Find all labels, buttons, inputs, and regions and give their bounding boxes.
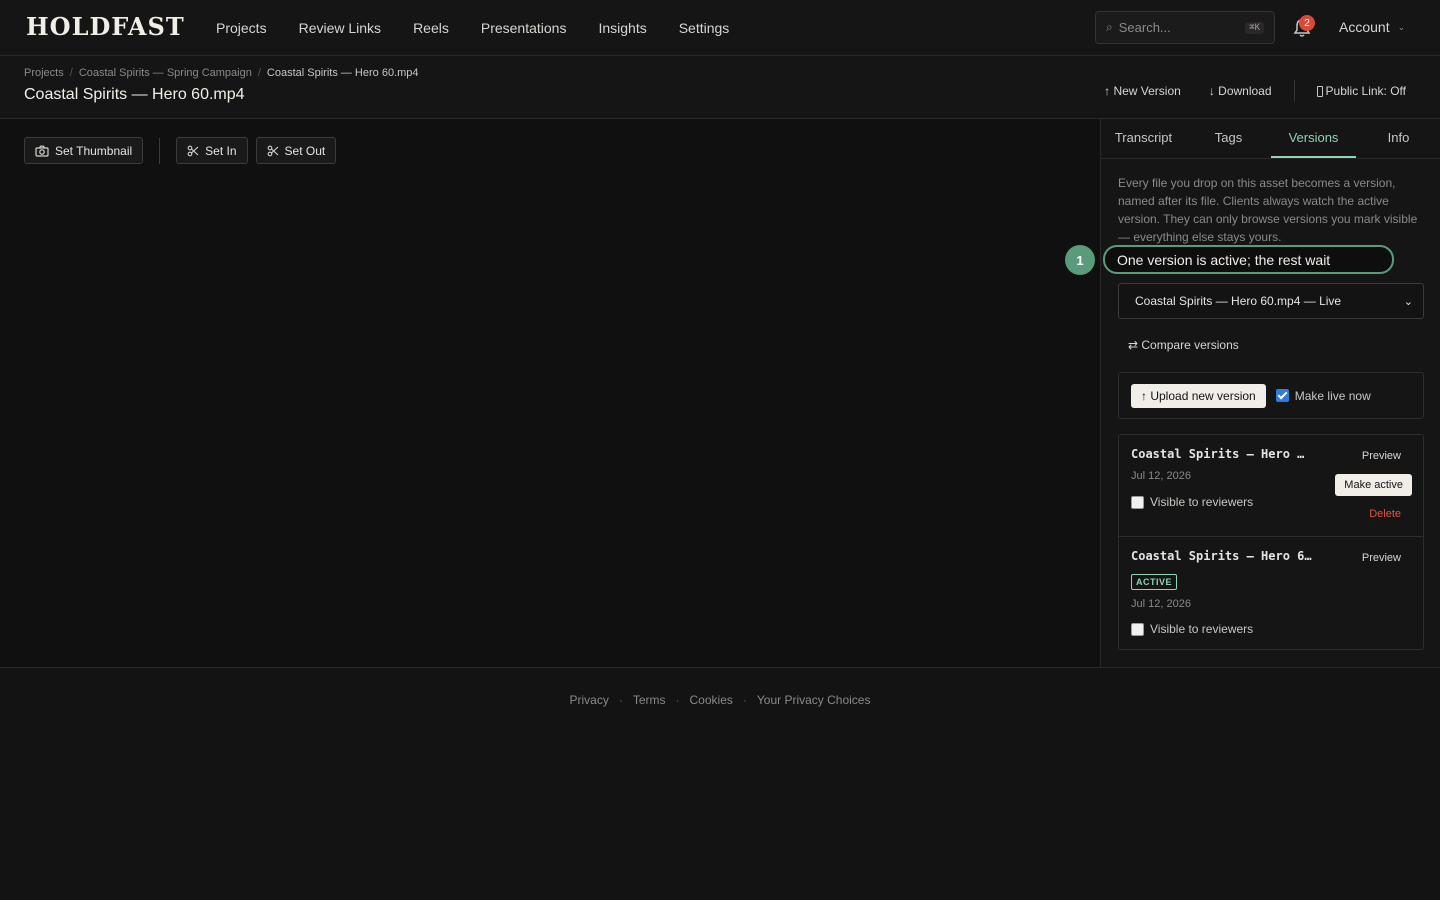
set-in-button[interactable]: Set In — [176, 137, 248, 164]
footer-separator: · — [618, 693, 623, 707]
version-name: Coastal Spirits — Hero 6… — [1131, 549, 1312, 563]
set-in-label: Set In — [205, 143, 237, 158]
footer: Privacy · Terms · Cookies · Your Privacy… — [0, 667, 1440, 900]
tab-transcript[interactable]: Transcript — [1101, 119, 1186, 158]
footer-separator: · — [742, 693, 747, 707]
breadcrumb-separator: / — [69, 67, 73, 79]
visible-checkbox[interactable] — [1131, 622, 1144, 636]
chevron-down-icon: ⌄ — [1397, 21, 1406, 32]
version-date: Jul 12, 2026 — [1131, 470, 1191, 482]
chevron-down-icon: ⌄ — [1403, 295, 1413, 308]
video-viewer[interactable]: Set Thumbnail Set In Set Out — [0, 119, 1100, 667]
tab-tags[interactable]: Tags — [1186, 119, 1271, 158]
account-label: Account — [1339, 19, 1390, 35]
visible-label: Visible to reviewers — [1150, 622, 1254, 636]
footer-separator: · — [675, 693, 680, 707]
tab-info[interactable]: Info — [1356, 119, 1440, 158]
set-thumbnail-label: Set Thumbnail — [55, 143, 133, 158]
new-version-button[interactable]: ↑ New Version — [1104, 84, 1181, 98]
make-live-checkbox[interactable] — [1275, 389, 1289, 402]
search-shortcut: ⌘K — [1245, 21, 1264, 34]
version-item: Coastal Spirits — Hero 6… Preview ACTIVE… — [1119, 537, 1423, 650]
breadcrumb-project[interactable]: Coastal Spirits — Spring Campaign — [79, 67, 252, 79]
search-icon: ⌕ — [1106, 20, 1113, 34]
set-thumbnail-button[interactable]: Set Thumbnail — [24, 137, 144, 164]
footer-terms-link[interactable]: Terms — [633, 693, 666, 707]
make-active-button[interactable]: Make active — [1335, 474, 1412, 496]
version-item: Coastal Spirits — Hero … Preview Jul 12,… — [1119, 435, 1423, 537]
version-select-value: Coastal Spirits — Hero 60.mp4 — Live — [1135, 294, 1342, 308]
preview-button[interactable]: Preview — [1362, 450, 1401, 462]
version-date: Jul 12, 2026 — [1131, 598, 1191, 610]
nav-reels[interactable]: Reels — [413, 20, 449, 36]
set-out-button[interactable]: Set Out — [255, 137, 337, 164]
set-out-label: Set Out — [284, 143, 326, 158]
visible-toggle[interactable]: Visible to reviewers — [1131, 495, 1253, 509]
public-link-label: Public Link: Off — [1325, 84, 1406, 98]
asset-header: Projects / Coastal Spirits — Spring Camp… — [0, 56, 1440, 119]
version-name: Coastal Spirits — Hero … — [1131, 447, 1305, 461]
nav-projects[interactable]: Projects — [216, 20, 267, 36]
account-menu[interactable]: Account ⌄ — [1339, 19, 1405, 35]
breadcrumb-projects[interactable]: Projects — [24, 67, 64, 79]
top-navbar: HOLDFAST Projects Review Links Reels Pre… — [0, 0, 1440, 56]
main-nav: Projects Review Links Reels Presentation… — [216, 0, 729, 56]
visible-label: Visible to reviewers — [1150, 495, 1254, 509]
callout-number: 1 — [1065, 245, 1095, 275]
breadcrumb: Projects / Coastal Spirits — Spring Camp… — [24, 67, 419, 79]
toolbar-divider — [159, 137, 161, 164]
nav-settings[interactable]: Settings — [679, 20, 730, 36]
footer-links: Privacy · Terms · Cookies · Your Privacy… — [0, 693, 1440, 707]
upload-box: ↑ Upload new version Make live now — [1118, 372, 1424, 419]
upload-new-version-button[interactable]: ↑ Upload new version — [1131, 383, 1266, 408]
breadcrumb-current: Coastal Spirits — Hero 60.mp4 — [266, 67, 419, 79]
search-input[interactable]: ⌕ Search... ⌘K — [1095, 11, 1275, 44]
search-placeholder: Search... — [1118, 20, 1171, 35]
panel-tabs: Transcript Tags Versions Info — [1101, 119, 1440, 159]
logo[interactable]: HOLDFAST — [26, 12, 185, 41]
page-title: Coastal Spirits — Hero 60.mp4 — [24, 86, 245, 103]
version-list: Coastal Spirits — Hero … Preview Jul 12,… — [1118, 434, 1424, 650]
active-badge: ACTIVE — [1131, 574, 1178, 590]
compare-versions-button[interactable]: ⇄ Compare versions — [1128, 338, 1239, 352]
visible-toggle[interactable]: Visible to reviewers — [1131, 622, 1253, 636]
make-live-label: Make live now — [1294, 388, 1371, 403]
footer-privacy-choices-link[interactable]: Your Privacy Choices — [757, 693, 871, 707]
public-link-button[interactable]: Public Link: Off — [1316, 84, 1406, 98]
notification-badge: 2 — [1299, 15, 1315, 31]
nav-review-links[interactable]: Review Links — [299, 20, 381, 36]
version-select[interactable]: Coastal Spirits — Hero 60.mp4 — Live ⌄ — [1118, 283, 1424, 319]
breadcrumb-separator: / — [257, 67, 261, 79]
nav-insights[interactable]: Insights — [598, 20, 646, 36]
preview-button[interactable]: Preview — [1362, 552, 1401, 564]
make-live-toggle[interactable]: Make live now — [1275, 388, 1371, 403]
versions-description: Every file you drop on this asset become… — [1118, 176, 1418, 244]
delete-button[interactable]: Delete — [1369, 508, 1401, 520]
side-panel: Transcript Tags Versions Info Every file… — [1100, 119, 1440, 667]
link-icon — [1316, 85, 1323, 97]
visible-checkbox[interactable] — [1131, 495, 1144, 509]
footer-cookies-link[interactable]: Cookies — [690, 693, 733, 707]
scissors-icon — [267, 145, 278, 156]
nav-presentations[interactable]: Presentations — [481, 20, 567, 36]
divider — [1293, 80, 1295, 102]
download-button[interactable]: ↓ Download — [1209, 84, 1272, 98]
tab-versions[interactable]: Versions — [1271, 119, 1356, 158]
scissors-icon — [187, 145, 199, 156]
callout-label: One version is active; the rest wait — [1103, 245, 1394, 274]
viewer-toolbar: Set Thumbnail Set In Set Out — [24, 137, 337, 164]
header-actions: ↑ New Version ↓ Download Public Link: Of… — [1104, 80, 1406, 102]
footer-privacy-link[interactable]: Privacy — [570, 693, 609, 707]
camera-icon — [35, 145, 49, 157]
